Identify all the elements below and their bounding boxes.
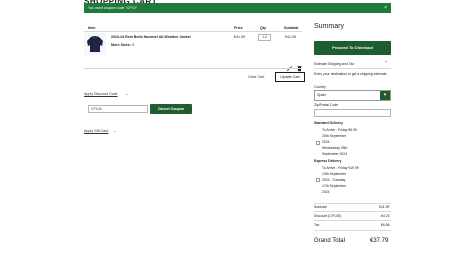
option-label: More Sizes:	[111, 43, 131, 47]
standard-line: September 2024	[322, 152, 348, 156]
item-subtotal: €41.99	[285, 35, 296, 39]
apply-gift-card-label: Apply Gift Card	[84, 129, 109, 133]
totals-divider	[314, 220, 391, 221]
apply-discount-toggle[interactable]: Apply Discount Code	[84, 92, 118, 96]
apply-discount-label: Apply Discount Code	[84, 92, 118, 96]
header-subtotal: Subtotal	[284, 26, 299, 30]
standard-delivery-radio[interactable]	[316, 141, 320, 145]
country-value: Spain	[317, 93, 327, 97]
discount-code-input[interactable]: CP10D	[88, 105, 148, 113]
estimate-shipping-label: Estimate Shipping and Tax	[314, 62, 355, 66]
item-price: €41.99	[234, 35, 245, 39]
header-qty: Qty	[260, 26, 266, 30]
header-price: Price	[234, 26, 243, 30]
country-select[interactable]: Spain ▾	[314, 90, 391, 101]
tax-value: €6.56	[381, 223, 390, 227]
chevron-down-icon: ▾	[380, 91, 390, 100]
update-cart-button[interactable]: Update Cart	[275, 72, 305, 82]
success-message-text: You used coupon code "CP10".	[88, 6, 138, 10]
discount-value: -€4.20	[380, 214, 390, 218]
quantity-input[interactable]: 1.0	[258, 34, 271, 41]
apply-gift-card-toggle[interactable]: Apply Gift Card	[84, 129, 108, 133]
edit-icon[interactable]	[286, 59, 293, 71]
success-message: You used coupon code "CP10". ×	[84, 3, 391, 13]
subtotal-value: €41.99	[379, 205, 390, 209]
totals-divider	[314, 211, 391, 212]
product-image[interactable]	[84, 33, 106, 55]
option-value: S	[131, 43, 135, 47]
clear-cart-button[interactable]: Clear Cart	[248, 75, 264, 79]
grand-total-label: Grand Total	[314, 238, 345, 244]
cancel-coupon-button[interactable]: Cancel Coupon	[150, 104, 192, 114]
express-delivery-details: To Arrive : Friday €19.99 13th September…	[322, 165, 359, 195]
summary-title: Summary	[314, 23, 344, 30]
header-item: Item	[88, 26, 96, 30]
express-delivery-title: Express Delivery	[314, 159, 342, 163]
row-divider	[84, 68, 302, 69]
country-label: Country	[314, 85, 326, 89]
express-delivery-radio[interactable]	[316, 178, 320, 182]
tax-label: Tax	[314, 223, 320, 227]
estimate-shipping-toggle[interactable]: Estimate Shipping and Tax	[314, 62, 354, 66]
header-divider	[84, 31, 302, 32]
standard-delivery-details: To Arrive : Friday €6.99 20th September …	[322, 127, 357, 157]
express-line: 2024	[322, 190, 330, 194]
proceed-to-checkout-button[interactable]: Proceed To Checkout	[314, 41, 391, 55]
close-icon[interactable]: ×	[384, 3, 387, 13]
zip-input[interactable]	[314, 109, 391, 117]
product-name[interactable]: 2023-24 Real Betis Hummel All-Weather Ja…	[111, 35, 226, 39]
discount-label: Discount (CP10D)	[314, 214, 342, 218]
summary-divider	[314, 68, 391, 69]
trash-icon[interactable]	[296, 59, 303, 72]
zip-label: Zip/Postal Code	[314, 103, 339, 107]
chevron-up-icon[interactable]: ⌃	[384, 60, 388, 66]
totals-divider	[314, 230, 391, 231]
totals-divider	[314, 203, 391, 204]
estimate-hint: Enter your destination to get a shipping…	[314, 72, 388, 76]
grand-total-value: €37.79	[370, 238, 389, 244]
chevron-down-icon: ⌄	[125, 91, 129, 96]
chevron-down-icon: ⌄	[113, 128, 117, 133]
subtotal-label: Subtotal	[314, 205, 327, 209]
product-option: More Sizes: S	[111, 43, 134, 47]
standard-delivery-title: Standard Delivery	[314, 121, 343, 125]
